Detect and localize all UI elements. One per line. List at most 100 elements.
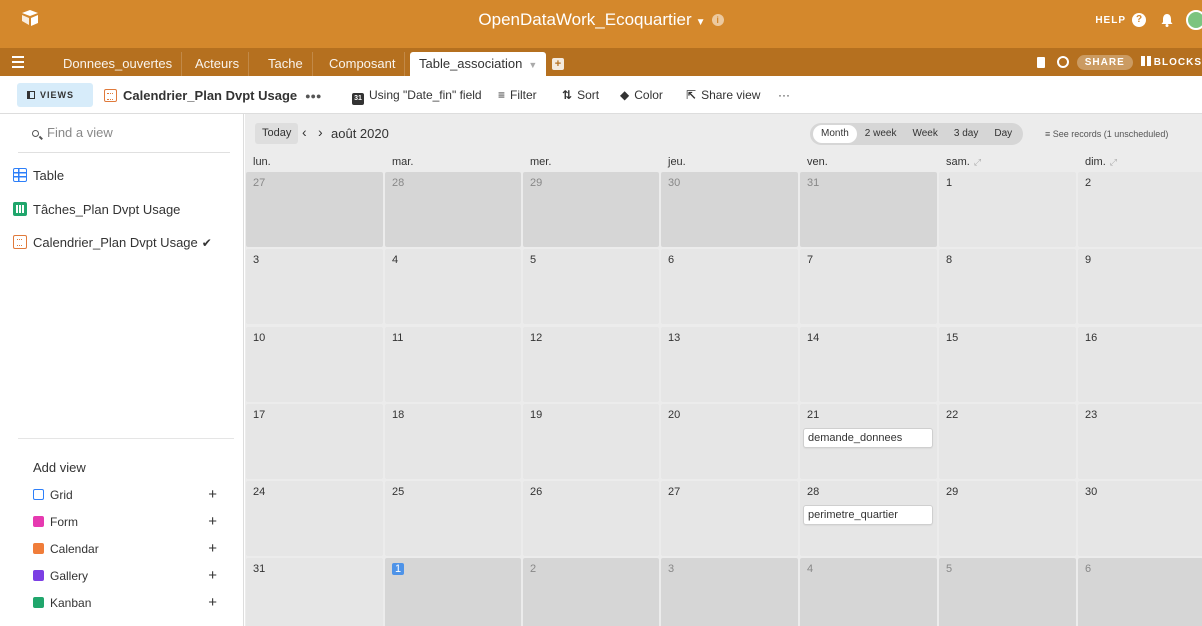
calendar-day-cell[interactable]: 31 [246,558,383,626]
calendar-day-cell[interactable]: 2 [523,558,659,626]
calendar-day-cell[interactable]: 27 [246,172,383,247]
calendar-day-cell[interactable]: 27 [661,481,798,556]
date-field-button[interactable]: 31 Using "Date_fin" field [352,88,482,105]
blocks-button[interactable]: BLOCKS [1140,56,1202,68]
calendar-day-cell[interactable]: 28 perimetre_quartier [800,481,937,556]
weekday-label: mar. [392,156,414,168]
plus-icon[interactable]: + [208,486,217,503]
info-icon[interactable]: i [711,14,724,26]
calendar-day-cell[interactable]: 23 [1078,404,1202,479]
calendar-day-cell[interactable]: 8 [939,249,1076,324]
calendar-day-cell[interactable]: 24 [246,481,383,556]
views-button[interactable]: VIEWS [17,83,93,107]
calendar-event[interactable]: demande_donnees [803,428,933,448]
add-table-icon[interactable]: + [552,58,564,70]
calendar-day-cell[interactable]: 6 [661,249,798,324]
calendar-day-cell[interactable]: 17 [246,404,383,479]
tab-tache[interactable]: Tache [259,52,313,76]
menu-icon[interactable] [12,56,24,68]
calendar-day-cell[interactable]: 1 [939,172,1076,247]
calendar-day-cell[interactable]: 28 [385,172,521,247]
share-view-button[interactable]: ⇱ Share view [686,88,760,102]
collaborators-icon[interactable]: ●●● [305,91,321,101]
plus-icon[interactable]: + [208,540,217,557]
bell-icon[interactable] [1160,13,1174,27]
weekday-label: dim. [1085,156,1106,168]
tab-acteurs[interactable]: Acteurs [186,52,250,76]
calendar-day-cell[interactable]: 3 [246,249,383,324]
calendar-day-cell[interactable]: 16 [1078,327,1202,402]
sidebar-item-calendrier[interactable]: Calendrier_Plan Dvpt Usage ✔ [13,235,212,250]
sidebar-item-label: Calendrier_Plan Dvpt Usage [33,235,198,250]
day-number: 19 [530,409,543,421]
calendar-day-cell[interactable]: 29 [523,172,659,247]
tab-table-association[interactable]: Table_association ▼ [410,52,547,76]
tab-composant[interactable]: Composant [320,52,406,76]
see-records-button[interactable]: ≡ See records (1 unscheduled) [1045,129,1168,139]
expand-icon[interactable]: ⤢ [1110,157,1117,167]
filter-button[interactable]: ≡ Filter [498,88,537,102]
calendar-day-cell[interactable]: 22 [939,404,1076,479]
calendar-day-cell[interactable]: 25 [385,481,521,556]
calendar-day-cell[interactable]: 21 demande_donnees [800,404,937,479]
chevron-down-icon[interactable]: ▼ [696,17,706,28]
weekday-label: lun. [253,156,271,168]
trash-icon[interactable] [1036,56,1045,68]
calendar-event[interactable]: perimetre_quartier [803,505,933,525]
expand-icon[interactable]: ⤢ [974,157,981,167]
sidebar-item-table[interactable]: Table [13,168,64,183]
day-number: 6 [668,254,675,266]
calendar-day-cell[interactable]: 4 [385,249,521,324]
range-week[interactable]: Week [904,125,945,143]
sidebar-item-taches[interactable]: Tâches_Plan Dvpt Usage [13,202,180,217]
calendar-day-cell[interactable]: 14 [800,327,937,402]
base-title[interactable]: OpenDataWork_Ecoquartier ▼ i [0,10,1202,30]
calendar-day-cell[interactable]: 31 [800,172,937,247]
sort-icon: ⇅ [562,88,573,102]
calendar-day-cell[interactable]: 2 [1078,172,1202,247]
today-button[interactable]: Today [255,123,299,144]
range-month[interactable]: Month [813,125,857,143]
calendar-day-cell[interactable]: 20 [661,404,798,479]
more-options-button[interactable]: ··· [778,88,790,102]
calendar-day-cell[interactable]: 29 [939,481,1076,556]
calendar-day-cell[interactable]: 7 [800,249,937,324]
color-button[interactable]: ◆ Color [620,88,663,102]
calendar-day-cell[interactable]: 4 [800,558,937,626]
find-view-input[interactable]: Find a view [18,125,230,153]
calendar-day-cell[interactable]: 5 [939,558,1076,626]
calendar-day-cell[interactable]: 10 [246,327,383,402]
range-day[interactable]: Day [986,125,1020,143]
tab-donnees-ouvertes[interactable]: Donnees_ouvertes [54,52,183,76]
calendar-day-cell[interactable]: 19 [523,404,659,479]
range-3-day[interactable]: 3 day [946,125,986,143]
calendar-day-cell[interactable]: 30 [661,172,798,247]
avatar[interactable] [1186,10,1202,30]
calendar-day-cell[interactable]: 18 [385,404,521,479]
help-link[interactable]: HELP [1095,15,1126,26]
chevron-left-icon[interactable]: ‹ [302,124,307,140]
calendar-day-cell[interactable]: 12 [523,327,659,402]
calendar-day-cell[interactable]: 11 [385,327,521,402]
base-name[interactable]: OpenDataWork_Ecoquartier [478,10,691,29]
share-button[interactable]: SHARE [1076,54,1133,70]
calendar-day-cell[interactable]: 13 [661,327,798,402]
calendar-day-cell[interactable]: 15 [939,327,1076,402]
plus-icon[interactable]: + [208,567,217,584]
chevron-down-icon[interactable]: ▼ [528,60,537,70]
range-2-week[interactable]: 2 week [857,125,905,143]
calendar-day-cell[interactable]: 6 [1078,558,1202,626]
sort-button[interactable]: ⇅ Sort [562,88,599,102]
calendar-day-cell[interactable]: 30 [1078,481,1202,556]
calendar-day-cell[interactable]: 1 [385,558,521,626]
plus-icon[interactable]: + [208,513,217,530]
calendar-day-cell[interactable]: 5 [523,249,659,324]
calendar-day-cell[interactable]: 3 [661,558,798,626]
plus-icon[interactable]: + [208,594,217,611]
help-icon[interactable]: ? [1132,13,1146,27]
calendar-day-cell[interactable]: 26 [523,481,659,556]
current-view[interactable]: Calendrier_Plan Dvpt Usage ●●● [104,88,321,103]
chevron-right-icon[interactable]: › [318,124,323,140]
history-icon[interactable] [1056,56,1069,68]
calendar-day-cell[interactable]: 9 [1078,249,1202,324]
